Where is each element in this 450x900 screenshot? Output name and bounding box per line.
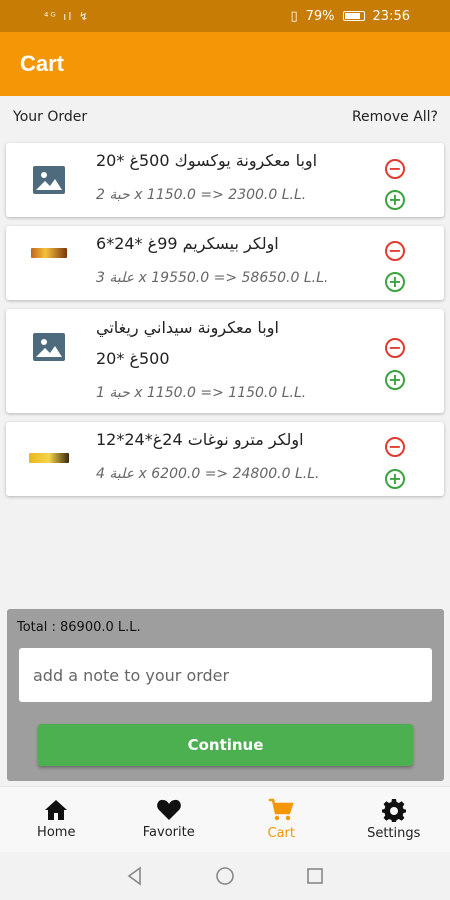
order-header: Your Order Remove All? xyxy=(0,96,450,138)
increase-quantity-button[interactable]: + xyxy=(385,469,405,489)
order-total: Total : 86900.0 L.L. xyxy=(17,620,141,635)
item-calculation: 2 حبة x 1150.0 => 2300.0 L.L. xyxy=(96,187,307,203)
product-photo xyxy=(29,453,69,463)
gear-icon xyxy=(381,799,406,822)
item-image xyxy=(24,442,74,474)
item-calculation: 1 حبة x 1150.0 => 1150.0 L.L. xyxy=(96,385,307,401)
home-icon xyxy=(45,800,68,820)
decrease-quantity-button[interactable]: − xyxy=(385,241,405,261)
back-icon[interactable] xyxy=(125,866,145,886)
increase-quantity-button[interactable]: + xyxy=(385,272,405,292)
nav-favorite[interactable]: Favorite xyxy=(113,787,226,852)
item-name-line2: 500غ *20 xyxy=(96,349,170,368)
nav-favorite-label: Favorite xyxy=(142,825,195,840)
cart-item: اولكر مترو نوغات 24غ*24*12 4 علبة x 6200… xyxy=(6,422,444,496)
cart-icon xyxy=(269,798,294,821)
image-placeholder-icon xyxy=(33,333,65,361)
nav-home[interactable]: Home xyxy=(0,787,113,852)
order-note-input[interactable]: add a note to your order xyxy=(19,648,432,702)
cart-item: اولكر بيسكريم 99غ *24*6 3 علبة x 19550.0… xyxy=(6,226,444,300)
item-image xyxy=(24,237,74,269)
page-title: Cart xyxy=(20,51,65,76)
cart-item: اوبا معكرونة سيداني ريغاتي 500غ *20 1 حب… xyxy=(6,309,444,413)
item-name-line1: اوبا معكرونة سيداني ريغاتي xyxy=(96,318,279,337)
item-image xyxy=(24,164,74,196)
increase-quantity-button[interactable]: + xyxy=(385,190,405,210)
nav-settings-label: Settings xyxy=(367,826,421,841)
item-calculation: 3 علبة x 19550.0 => 58650.0 L.L. xyxy=(96,270,329,286)
increase-quantity-button[interactable]: + xyxy=(385,370,405,390)
decrease-quantity-button[interactable]: − xyxy=(385,338,405,358)
battery-icon xyxy=(342,11,365,21)
item-name: اولكر مترو نوغات 24غ*24*12 xyxy=(96,430,304,449)
remove-all-button[interactable]: Remove All? xyxy=(352,109,438,125)
vibrate-icon: ▯ xyxy=(290,8,298,24)
system-navigation-bar xyxy=(0,852,450,900)
checkout-panel: Total : 86900.0 L.L. add a note to your … xyxy=(7,609,444,781)
image-placeholder-icon xyxy=(33,166,65,194)
item-name: اوبا معكرونة يوكسوك 500غ *20 xyxy=(96,151,318,170)
item-calculation: 4 علبة x 6200.0 => 24800.0 L.L. xyxy=(96,466,320,482)
nav-home-label: Home xyxy=(37,825,76,840)
nav-cart[interactable]: Cart xyxy=(225,787,338,852)
cart-item: اوبا معكرونة يوكسوك 500غ *20 2 حبة x 115… xyxy=(6,143,444,217)
decrease-quantity-button[interactable]: − xyxy=(385,437,405,457)
item-image xyxy=(24,331,74,363)
battery-percent: 79% xyxy=(305,8,335,24)
your-order-label: Your Order xyxy=(13,109,88,125)
clock: 23:56 xyxy=(372,8,410,24)
continue-button[interactable]: Continue xyxy=(38,724,413,766)
app-bar: Cart xyxy=(0,32,450,96)
heart-icon xyxy=(156,799,181,820)
bottom-navigation: Home Favorite Cart Settings xyxy=(0,786,450,852)
decrease-quantity-button[interactable]: − xyxy=(385,159,405,179)
product-photo xyxy=(31,248,67,258)
nav-cart-label: Cart xyxy=(267,826,296,841)
item-name: اولكر بيسكريم 99غ *24*6 xyxy=(96,234,279,253)
nav-settings[interactable]: Settings xyxy=(338,787,450,852)
recents-square-icon[interactable] xyxy=(305,866,325,886)
status-right: ▯ 79% 23:56 xyxy=(290,9,410,24)
signal-indicator: ⁴ᴳ ıl ↯ xyxy=(44,9,91,23)
status-bar: ⁴ᴳ ıl ↯ ▯ 79% 23:56 xyxy=(0,0,450,32)
home-circle-icon[interactable] xyxy=(215,866,235,886)
